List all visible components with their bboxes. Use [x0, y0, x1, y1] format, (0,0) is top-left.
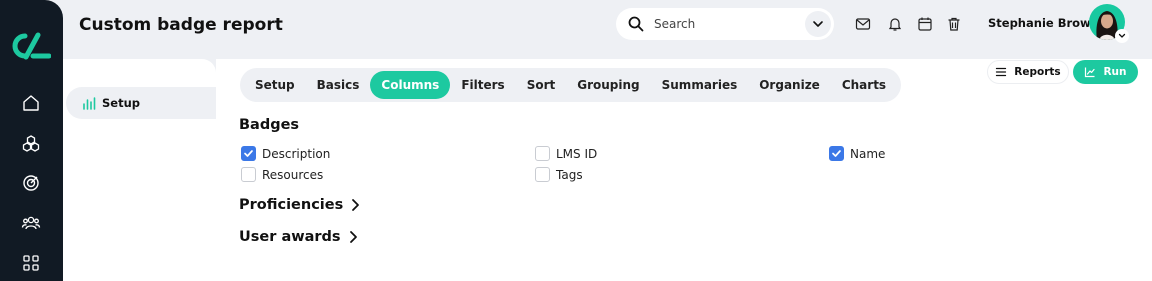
tab-filters[interactable]: Filters [450, 71, 515, 99]
checkbox-lms-id[interactable]: LMS ID [535, 146, 597, 161]
checkbox-label: Description [262, 146, 331, 161]
checkbox-label: LMS ID [556, 146, 598, 161]
mail-icon[interactable] [855, 16, 871, 32]
line-chart-icon [1085, 67, 1096, 78]
report-sidebar: Setup [63, 59, 216, 281]
checkbox-box[interactable] [829, 146, 844, 161]
tab-charts[interactable]: Charts [831, 71, 897, 99]
checkbox-label: Name [850, 146, 886, 161]
section-toggle-user-awards[interactable]: User awards [239, 229, 358, 245]
tab-columns[interactable]: Columns [370, 71, 451, 99]
bar-chart-icon [83, 97, 96, 110]
sidebar-item-label: Setup [102, 96, 140, 110]
tab-sort[interactable]: Sort [516, 71, 567, 99]
calendar-icon[interactable] [917, 16, 933, 32]
checkbox-description[interactable]: Description [241, 146, 330, 161]
tab-summaries[interactable]: Summaries [651, 71, 749, 99]
chevron-right-icon [352, 199, 360, 211]
search-bar[interactable]: Search [616, 8, 834, 40]
chevron-right-icon [349, 231, 357, 243]
checkbox-box[interactable] [241, 146, 256, 161]
section-title-text: User awards [239, 229, 341, 245]
tab-organize[interactable]: Organize [748, 71, 831, 99]
reports-button[interactable]: Reports [987, 60, 1069, 84]
checkbox-tags[interactable]: Tags [535, 167, 583, 182]
section-title-badges: Badges [239, 117, 299, 133]
cubes-icon[interactable] [21, 133, 41, 153]
checkmark-icon [244, 150, 253, 157]
checkbox-box[interactable] [241, 167, 256, 182]
tab-basics[interactable]: Basics [306, 71, 371, 99]
checkbox-box[interactable] [535, 167, 550, 182]
checkbox-label: Tags [556, 167, 583, 182]
logo-icon[interactable] [11, 32, 51, 60]
home-icon[interactable] [21, 93, 41, 113]
list-icon [996, 67, 1007, 77]
chevron-down-icon [813, 21, 823, 27]
checkmark-icon [832, 150, 841, 157]
tab-setup[interactable]: Setup [244, 71, 306, 99]
apps-grid-icon[interactable] [21, 253, 41, 273]
section-toggle-proficiencies[interactable]: Proficiencies [239, 197, 360, 213]
search-icon [628, 16, 644, 32]
search-input[interactable]: Search [654, 17, 805, 31]
chevron-down-icon [1118, 33, 1126, 38]
section-title-text: Badges [239, 117, 300, 133]
checkbox-box[interactable] [535, 146, 550, 161]
checkbox-name[interactable]: Name [829, 146, 885, 161]
search-scope-dropdown[interactable] [805, 11, 831, 37]
sidebar-item-setup[interactable]: Setup [66, 87, 216, 119]
checkbox-resources[interactable]: Resources [241, 167, 323, 182]
reports-button-label: Reports [1014, 66, 1061, 78]
report-tabs: Setup Basics Columns Filters Sort Groupi… [240, 68, 902, 102]
account-menu-toggle[interactable] [1115, 29, 1129, 43]
page-title: Custom badge report [79, 15, 283, 35]
users-icon[interactable] [21, 213, 41, 233]
run-button-label: Run [1103, 66, 1127, 78]
nav-rail [0, 0, 63, 281]
checkbox-label: Resources [262, 167, 324, 182]
target-icon[interactable] [21, 173, 41, 193]
run-button[interactable]: Run [1073, 60, 1138, 84]
tab-grouping[interactable]: Grouping [566, 71, 650, 99]
section-title-text: Proficiencies [239, 197, 344, 213]
bell-icon[interactable] [887, 16, 903, 32]
trash-icon[interactable] [946, 16, 962, 32]
user-name[interactable]: Stephanie Brown [988, 16, 1099, 30]
